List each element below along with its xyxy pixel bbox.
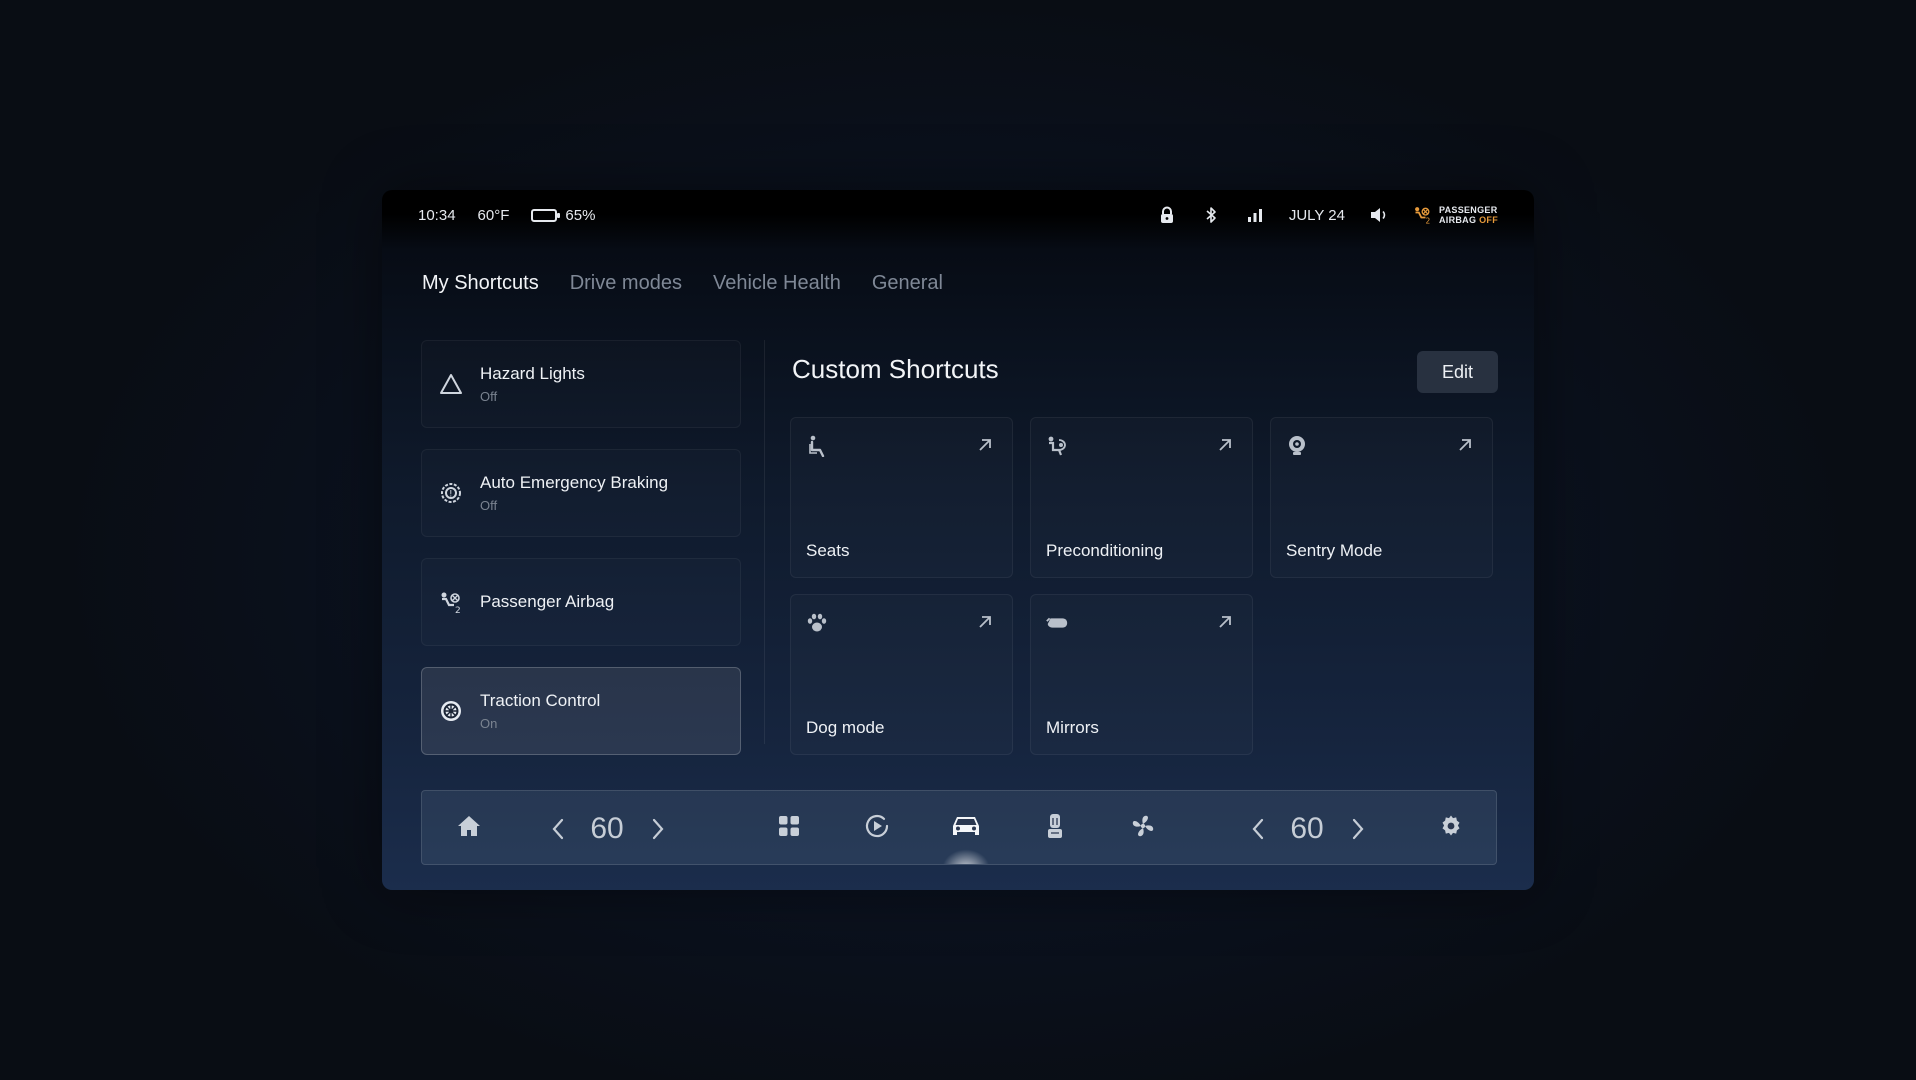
airbag-status-line2: AIRBAG [1438,215,1477,225]
car-icon [949,812,983,845]
hazard-lights-label: Hazard Lights [480,364,585,383]
shortcut-label: Dog mode [806,718,885,737]
seat-heat-button[interactable] [1028,791,1082,864]
preconditioning-icon [1045,434,1069,458]
tab-my-shortcuts[interactable]: My Shortcuts [422,272,539,295]
volume-icon[interactable] [1369,205,1389,225]
shortcut-label: Preconditioning [1046,541,1164,560]
passenger-temp-up-button[interactable] [1338,791,1378,864]
chevron-left-icon [1252,818,1264,839]
airbag-status-line1: PASSENGER [1438,205,1498,215]
airbag-off-icon: 2 [1413,205,1433,225]
auto-emergency-braking-toggle[interactable]: ! Auto Emergency Braking Off [421,449,741,537]
traction-icon [438,698,464,724]
shortcut-label: Seats [806,541,850,560]
shortcut-label: Sentry Mode [1286,541,1383,560]
svg-text:!: ! [449,490,453,500]
media-icon [862,811,892,846]
driver-temp-up-button[interactable] [638,791,678,864]
status-right: JULY 24 2 PASSENGER AIRBAG OFF [1157,205,1498,225]
open-arrow-icon [976,436,994,454]
chevron-right-icon [1352,818,1364,839]
svg-text:2: 2 [1425,216,1430,225]
home-icon [456,814,482,843]
shortcut-label: Mirrors [1046,718,1099,737]
clock: 10:34 [418,206,456,224]
edit-button[interactable]: Edit [1417,351,1498,393]
signal-icon [1245,205,1265,225]
battery-percent: 65% [565,206,596,224]
lock-icon[interactable] [1157,205,1177,225]
tab-vehicle-health[interactable]: Vehicle Health [713,272,841,295]
fan-button[interactable] [1116,791,1170,864]
auto-emergency-braking-label: Auto Emergency Braking [480,473,669,492]
shortcut-dog-mode[interactable]: Dog mode [790,594,1013,755]
shortcut-seats[interactable]: Seats [790,417,1013,578]
svg-text:2: 2 [455,606,461,614]
open-arrow-icon [1216,613,1234,631]
traction-control-toggle[interactable]: Traction Control On [421,667,741,755]
shortcut-preconditioning[interactable]: Preconditioning [1030,417,1253,578]
airbag-icon: 2 [438,589,464,615]
auto-emergency-braking-status: Off [480,498,498,513]
open-arrow-icon [1216,436,1234,454]
battery-indicator: 65% [531,207,595,224]
brake-icon: ! [438,480,464,506]
airbag-status-text: PASSENGER AIRBAG OFF [1439,205,1498,225]
mirror-icon [1045,611,1069,635]
passenger-temp-down-button[interactable] [1238,791,1278,864]
hazard-lights-toggle[interactable]: Hazard Lights Off [421,340,741,428]
chevron-right-icon [652,818,664,839]
car-button[interactable] [938,791,994,864]
settings-button[interactable] [1424,791,1478,864]
shortcut-sentry-mode[interactable]: Sentry Mode [1270,417,1493,578]
apps-button[interactable] [762,791,816,864]
tab-bar: My Shortcuts Drive modes Vehicle Health … [422,272,943,295]
hazard-lights-status: Off [480,389,498,404]
tab-general[interactable]: General [872,272,943,295]
media-button[interactable] [850,791,904,864]
shortcut-mirrors[interactable]: Mirrors [1030,594,1253,755]
date: JULY 24 [1288,206,1345,224]
bluetooth-icon[interactable] [1201,205,1221,225]
fan-icon [1130,813,1156,844]
section-divider [764,340,765,744]
tab-drive-modes[interactable]: Drive modes [570,272,682,295]
battery-icon [531,208,561,222]
status-left: 10:34 60°F 65% [418,207,595,224]
custom-shortcuts-grid: Seats Preconditioning Sentry Mode Dog mo… [790,417,1498,755]
home-button[interactable] [442,791,496,864]
driver-temperature: 60 [590,811,624,845]
quick-controls: Hazard Lights Off ! Auto Emergency Braki… [421,340,741,776]
airbag-status-off: OFF [1479,215,1498,225]
seat-icon [805,434,829,458]
seat-heat-icon [1045,812,1065,845]
driver-temp-down-button[interactable] [538,791,578,864]
traction-control-status: On [480,716,498,731]
passenger-airbag-status: 2 PASSENGER AIRBAG OFF [1413,205,1498,225]
outside-temperature: 60°F [477,206,510,224]
open-arrow-icon [976,613,994,631]
open-arrow-icon [1456,436,1474,454]
custom-shortcuts-title: Custom Shortcuts [792,354,999,384]
chevron-left-icon [552,818,564,839]
bottom-dock: 60 60 [421,790,1497,865]
passenger-airbag-toggle[interactable]: 2 Passenger Airbag [421,558,741,646]
passenger-airbag-label: Passenger Airbag [480,592,615,611]
sentry-icon [1285,434,1309,458]
passenger-temperature: 60 [1290,811,1324,845]
gear-icon [1439,814,1463,843]
paw-icon [805,611,829,635]
apps-icon [778,815,800,842]
infotainment-screen: 10:34 60°F 65% JULY 24 2 PASSENGER AIRBA… [382,190,1534,890]
status-bar: 10:34 60°F 65% JULY 24 2 PASSENGER AIRBA… [382,190,1534,240]
traction-control-label: Traction Control [480,691,601,710]
hazard-icon [438,371,464,397]
